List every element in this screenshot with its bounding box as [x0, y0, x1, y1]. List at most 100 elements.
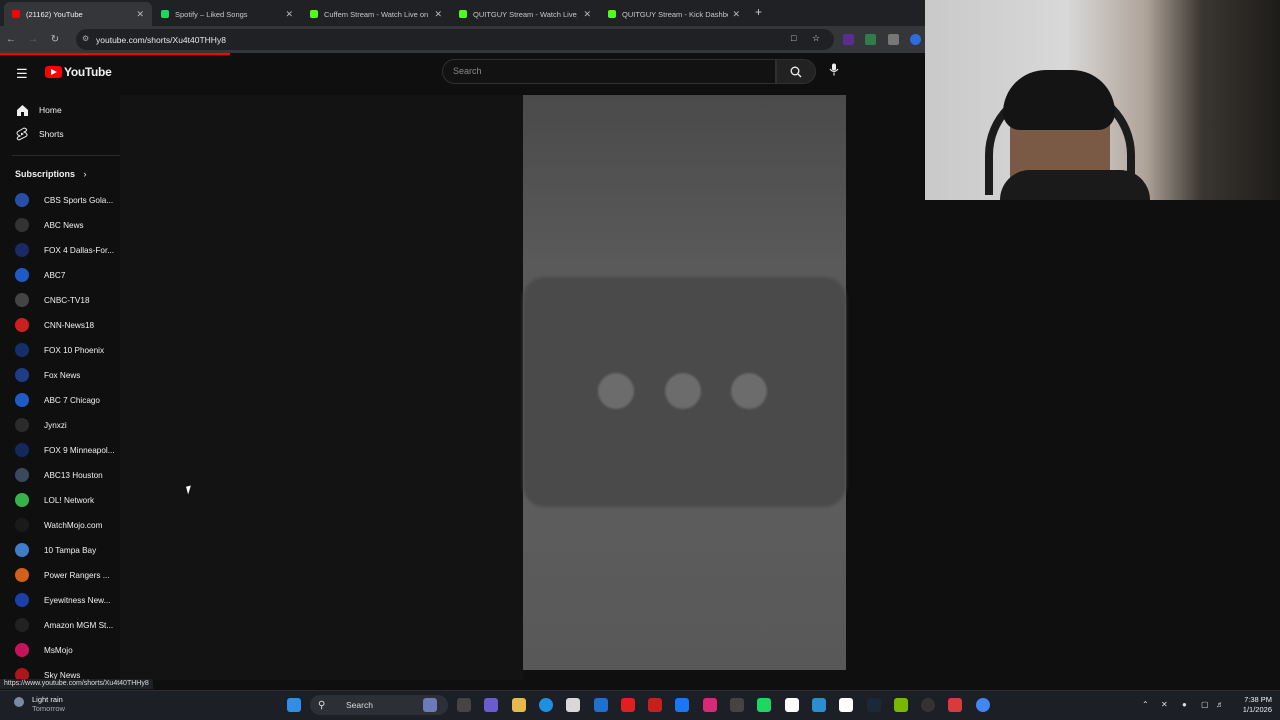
- channel-name: FOX 10 Phoenix: [44, 345, 105, 355]
- channel-avatar: [15, 568, 29, 582]
- steam-icon[interactable]: [866, 698, 881, 712]
- channel-avatar: [15, 368, 29, 382]
- youtube-play-icon: [45, 66, 62, 78]
- task-view-icon[interactable]: [457, 698, 471, 712]
- webcam-shoulders: [1000, 170, 1150, 200]
- store-icon[interactable]: [566, 698, 581, 712]
- voice-search-icon[interactable]: [829, 63, 839, 79]
- youtube-app-icon[interactable]: [620, 698, 635, 712]
- close-tab-icon[interactable]: ✕: [434, 9, 442, 20]
- channel-name: CNN-News18: [44, 320, 95, 330]
- channel-avatar: [15, 243, 29, 257]
- channel-name: FOX 9 Minneapol...: [44, 445, 115, 455]
- clock-date: 1/1/2026: [1242, 705, 1272, 714]
- file-explorer-icon[interactable]: [511, 698, 526, 712]
- extension-blue-icon[interactable]: [910, 34, 921, 45]
- channel-avatar: [15, 443, 29, 457]
- channel-avatar: [15, 468, 29, 482]
- app-icon[interactable]: [948, 698, 963, 712]
- tray-volume-icon[interactable]: ♬: [1216, 700, 1224, 709]
- channel-avatar: [15, 393, 29, 407]
- video-content-dot: [665, 373, 701, 409]
- extension-green-icon[interactable]: [865, 34, 876, 45]
- menu-icon[interactable]: ☰: [16, 66, 28, 82]
- channel-name: LOL! Network: [44, 495, 95, 505]
- sidebar-item-label: Shorts: [39, 129, 64, 139]
- epic-games-icon[interactable]: [921, 698, 936, 712]
- widgets-icon[interactable]: [423, 698, 437, 712]
- channel-avatar: [15, 618, 29, 632]
- amazon-icon[interactable]: [784, 698, 799, 712]
- channel-avatar: [15, 418, 29, 432]
- extension-k-icon[interactable]: [843, 34, 854, 45]
- tray-mic-icon[interactable]: ●: [1182, 700, 1187, 709]
- channel-avatar: [15, 293, 29, 307]
- channel-name: CNBC-TV18: [44, 295, 90, 305]
- video-content-dot: [598, 373, 634, 409]
- webcam-hair: [1003, 70, 1115, 130]
- weather-widget[interactable]: Light rain Tomorrow: [14, 695, 65, 713]
- start-icon[interactable]: [287, 698, 301, 712]
- chevron-right-icon: ›: [83, 169, 87, 179]
- new-tab-button[interactable]: +: [755, 5, 762, 19]
- install-app-icon[interactable]: □: [791, 33, 796, 43]
- close-tab-icon[interactable]: ✕: [732, 9, 740, 20]
- close-tab-icon[interactable]: ✕: [285, 9, 293, 20]
- browser-tab[interactable]: QUITGUY Stream - Watch Live on ✕: [451, 2, 599, 26]
- subscriptions-header[interactable]: Subscriptions ›: [15, 169, 87, 179]
- tab-title: (21162) YouTube: [26, 9, 83, 19]
- search-button[interactable]: [776, 59, 816, 84]
- close-tab-icon[interactable]: ✕: [136, 9, 144, 20]
- back-icon[interactable]: ←: [0, 34, 22, 45]
- browser-tab[interactable]: Spotify – Liked Songs ✕: [153, 2, 301, 26]
- tab-favicon-icon: [161, 10, 169, 18]
- tab-favicon-icon: [459, 10, 467, 18]
- weather-icon: [14, 697, 24, 707]
- taskbar-clock[interactable]: 7:38 PM 1/1/2026: [1232, 695, 1272, 715]
- channel-avatar: [15, 643, 29, 657]
- close-tab-icon[interactable]: ✕: [583, 9, 591, 20]
- tray-network-off-icon[interactable]: ✕: [1161, 700, 1168, 709]
- channel-name: ABC7: [44, 270, 66, 280]
- site-info-icon[interactable]: ⚙: [82, 34, 89, 43]
- shorts-icon: [15, 127, 29, 141]
- extension-gray-icon[interactable]: [888, 34, 899, 45]
- search-icon: [790, 66, 802, 77]
- channel-name: WatchMojo.com: [44, 520, 103, 530]
- search-input[interactable]: Search: [442, 59, 776, 84]
- address-url: youtube.com/shorts/Xu4t40THHy8: [96, 34, 226, 45]
- tab-favicon-icon: [12, 10, 20, 18]
- copilot-icon[interactable]: [484, 698, 499, 712]
- tray-chevron-icon[interactable]: ⌃: [1142, 700, 1149, 709]
- browser-tab[interactable]: Cuffem Stream - Watch Live on ✕: [302, 2, 450, 26]
- address-bar[interactable]: ⚙ youtube.com/shorts/Xu4t40THHy8: [76, 29, 834, 50]
- channel-name: MsMojo: [44, 645, 73, 655]
- channel-name: ABC News: [44, 220, 84, 230]
- channel-name: 10 Tampa Bay: [44, 545, 97, 555]
- channel-name: Jynxzi: [44, 420, 67, 430]
- app-icon[interactable]: [811, 698, 826, 712]
- youtube-logo[interactable]: YouTube: [45, 65, 112, 79]
- channel-avatar: [15, 343, 29, 357]
- channel-name: Eyewitness New...: [44, 595, 111, 605]
- facebook-icon[interactable]: [675, 698, 690, 712]
- app-icon[interactable]: [730, 698, 744, 712]
- chrome-icon[interactable]: [975, 698, 990, 712]
- tiktok-icon[interactable]: [839, 698, 854, 712]
- page-load-progress: [0, 53, 230, 55]
- bookmark-star-icon[interactable]: ☆: [812, 33, 820, 44]
- nvidia-icon[interactable]: [893, 698, 908, 712]
- shorts-left-area: [120, 95, 523, 680]
- instagram-icon[interactable]: [702, 698, 717, 712]
- forward-icon[interactable]: →: [22, 34, 44, 45]
- spotify-icon[interactable]: [757, 698, 772, 712]
- tray-display-icon[interactable]: ▢: [1201, 700, 1209, 709]
- tab-title: Cuffem Stream - Watch Live on: [324, 9, 429, 19]
- tab-favicon-icon: [608, 10, 616, 18]
- edge-icon[interactable]: [538, 698, 553, 712]
- reload-icon[interactable]: ↻: [44, 34, 66, 45]
- browser-tab[interactable]: (21162) YouTube ✕: [4, 2, 152, 26]
- outlook-icon[interactable]: [593, 698, 608, 712]
- browser-tab[interactable]: QUITGUY Stream - Kick Dashboard ✕: [600, 2, 748, 26]
- netflix-icon[interactable]: [648, 698, 663, 712]
